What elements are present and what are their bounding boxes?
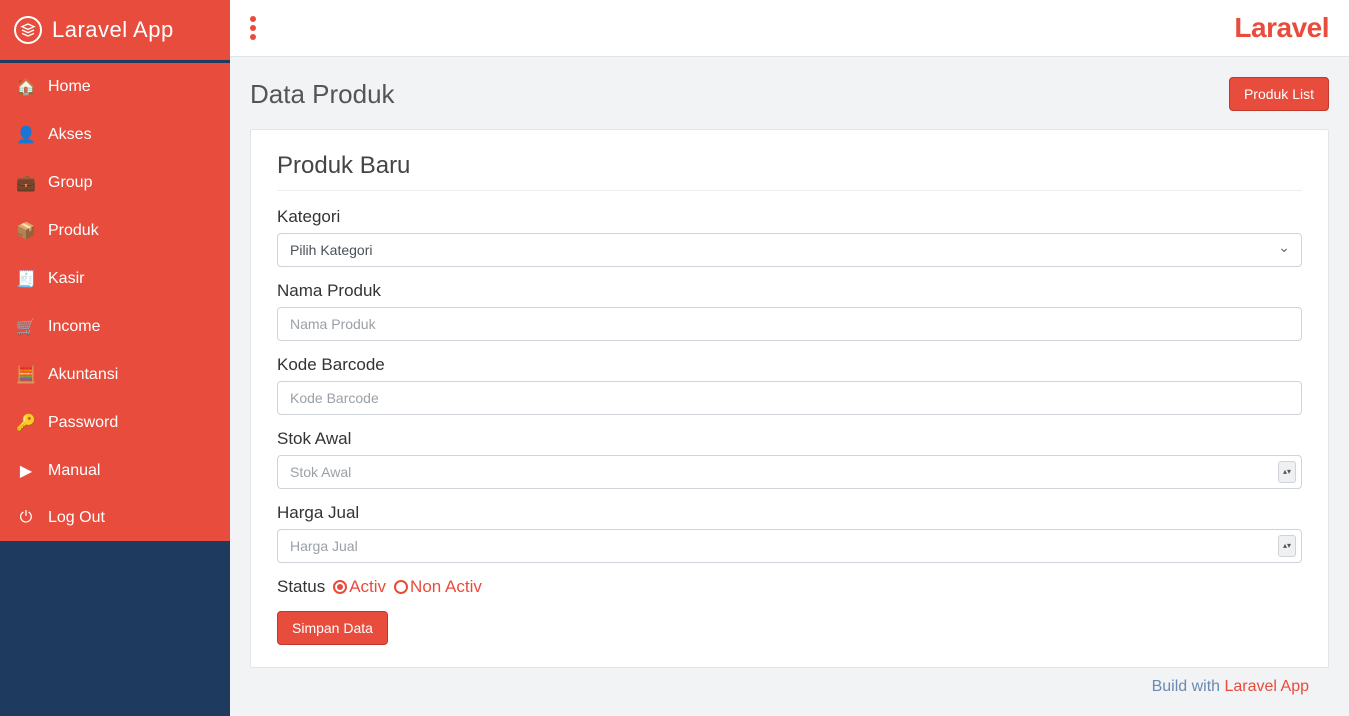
sidebar-item-label: Akuntansi [48, 366, 118, 384]
status-radio-active[interactable]: Activ [333, 577, 386, 597]
nama-produk-input[interactable] [277, 307, 1302, 341]
sidebar-item-manual[interactable]: ▶ Manual [0, 447, 230, 495]
status-active-text: Activ [349, 577, 386, 597]
cash-register-icon: 🧾 [16, 269, 36, 289]
sidebar-item-password[interactable]: 🔑 Password [0, 399, 230, 447]
harga-jual-label: Harga Jual [277, 503, 1302, 523]
harga-jual-spinner[interactable]: ▴▾ [1278, 535, 1296, 557]
status-row: Status Activ Non Activ [277, 577, 1302, 597]
sidebar-item-label: Produk [48, 222, 99, 240]
topbar: Laravel [230, 0, 1349, 57]
sidebar-item-kasir[interactable]: 🧾 Kasir [0, 255, 230, 303]
nama-produk-label: Nama Produk [277, 281, 1302, 301]
key-icon: 🔑 [16, 413, 36, 433]
sidebar-item-label: Kasir [48, 270, 84, 288]
kategori-select[interactable]: Pilih Kategori [277, 233, 1302, 267]
sidebar-item-label: Manual [48, 462, 100, 480]
sidebar-item-label: Home [48, 78, 91, 96]
sidebar: Laravel App 🏠 Home 👤 Akses 💼 Group 📦 Produk 🧾 Kas… [0, 0, 230, 716]
stok-awal-spinner[interactable]: ▴▾ [1278, 461, 1296, 483]
kode-barcode-label: Kode Barcode [277, 355, 1302, 375]
footer-prefix: Build with [1152, 678, 1225, 695]
topbar-brand: Laravel [1234, 12, 1329, 44]
calculator-icon: 🧮 [16, 365, 36, 385]
sidebar-item-produk[interactable]: 📦 Produk [0, 207, 230, 255]
sidebar-item-label: Password [48, 414, 118, 432]
laravel-logo-icon [14, 16, 42, 44]
sidebar-item-label: Log Out [48, 509, 105, 527]
status-radio-nonactive[interactable]: Non Activ [394, 577, 482, 597]
sidebar-brand-title: Laravel App [52, 17, 174, 43]
stok-awal-label: Stok Awal [277, 429, 1302, 449]
harga-jual-input[interactable] [277, 529, 1302, 563]
sidebar-item-akses[interactable]: 👤 Akses [0, 111, 230, 159]
cart-icon: 🛒 [16, 317, 36, 337]
card-title: Produk Baru [277, 152, 1302, 191]
user-icon: 👤 [16, 125, 36, 145]
sidebar-item-home[interactable]: 🏠 Home [0, 63, 230, 111]
radio-icon [394, 580, 408, 594]
simpan-data-button[interactable]: Simpan Data [277, 611, 388, 645]
footer: Build with Laravel App [250, 668, 1329, 696]
box-open-icon: 📦 [16, 221, 36, 241]
stok-awal-input[interactable] [277, 455, 1302, 489]
sidebar-item-group[interactable]: 💼 Group [0, 159, 230, 207]
kategori-label: Kategori [277, 207, 1302, 227]
radio-icon [333, 580, 347, 594]
sidebar-nav: 🏠 Home 👤 Akses 💼 Group 📦 Produk 🧾 Kasir 🛒 Income 🧮 Ak… [0, 63, 230, 541]
menu-toggle-icon[interactable] [250, 16, 256, 40]
sidebar-brand[interactable]: Laravel App [0, 0, 230, 63]
sidebar-item-akuntansi[interactable]: 🧮 Akuntansi [0, 351, 230, 399]
sidebar-filler [0, 541, 230, 716]
sidebar-item-income[interactable]: 🛒 Income [0, 303, 230, 351]
sidebar-item-log-out[interactable]: ⏻ Log Out [0, 495, 230, 541]
play-icon: ▶ [16, 461, 36, 481]
page-header: Data Produk Produk List [250, 77, 1329, 111]
kode-barcode-input[interactable] [277, 381, 1302, 415]
sidebar-item-label: Group [48, 174, 92, 192]
sidebar-item-label: Akses [48, 126, 92, 144]
form-card: Produk Baru Kategori Pilih Kategori Nama… [250, 129, 1329, 668]
page-title: Data Produk [250, 79, 395, 110]
footer-accent: Laravel App [1224, 678, 1309, 695]
power-icon: ⏻ [16, 509, 36, 527]
briefcase-icon: 💼 [16, 173, 36, 193]
sidebar-item-label: Income [48, 318, 100, 336]
status-label: Status [277, 577, 325, 597]
home-icon: 🏠 [16, 77, 36, 97]
status-nonactive-text: Non Activ [410, 577, 482, 597]
produk-list-button[interactable]: Produk List [1229, 77, 1329, 111]
